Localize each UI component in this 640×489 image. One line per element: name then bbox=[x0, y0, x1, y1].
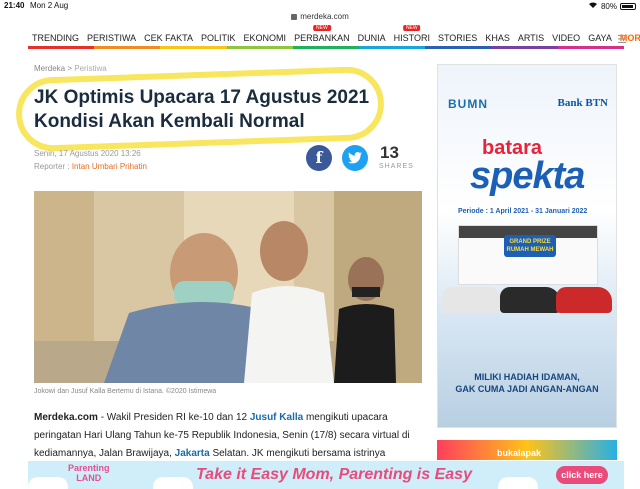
url-domain: merdeka.com bbox=[300, 12, 349, 21]
nav-color-stripe bbox=[28, 46, 624, 49]
wifi-icon bbox=[588, 1, 598, 11]
ad-car-white bbox=[442, 287, 502, 313]
battery-icon bbox=[620, 2, 636, 10]
new-badge: NEW bbox=[312, 24, 331, 31]
banner-click-button[interactable]: click here bbox=[556, 466, 608, 484]
nav-item-video[interactable]: VIDEO bbox=[548, 33, 584, 43]
photo-caption: Jokowi dan Jusuf Kalla Bertemu di Istana… bbox=[34, 388, 217, 395]
article-date: Senin, 17 Agustus 2020 13:26 bbox=[34, 149, 141, 158]
status-bar: 21:40 Mon 2 Aug 80% bbox=[0, 0, 640, 12]
ad-banner-btn[interactable]: BUMN Bank BTN batara spekta Periode : 1 … bbox=[437, 64, 617, 428]
nav-item-stories[interactable]: STORIES bbox=[434, 33, 481, 43]
battery-percent: 80% bbox=[600, 1, 617, 11]
nav-item-perbankan[interactable]: PERBANKAN NEW bbox=[290, 24, 354, 43]
share-count: 13 bbox=[380, 143, 399, 162]
ad-car-black bbox=[500, 287, 560, 313]
nav-list: TRENDING PERISTIWA CEK FAKTA POLITIK EKONOMI… bbox=[28, 24, 640, 48]
link-jusuf-kalla[interactable]: Jusuf Kalla bbox=[250, 412, 303, 423]
article-title: JK Optimis Upacara 17 Agustus 2021 Kondi… bbox=[34, 87, 370, 132]
banner-headline: Take it Easy Mom, Parenting is Easy bbox=[196, 466, 472, 483]
link-jakarta[interactable]: Jakarta bbox=[175, 448, 210, 459]
main-nav: TRENDING PERISTIWA CEK FAKTA POLITIK EKONOMI… bbox=[28, 24, 640, 49]
ad-car-red bbox=[556, 287, 612, 313]
nav-item-khas[interactable]: KHAS bbox=[481, 33, 514, 43]
status-time: 21:40 bbox=[4, 1, 25, 10]
nav-item-cek-fakta[interactable]: CEK FAKTA bbox=[140, 33, 197, 43]
bottom-ad-banner[interactable]: Parenting LAND Take it Easy Mom, Parenti… bbox=[28, 461, 624, 489]
ad-periode: Periode : 1 April 2021 - 31 Januari 2022 bbox=[458, 208, 588, 215]
share-bar: f 13 SHARES bbox=[306, 143, 426, 175]
breadcrumb-section[interactable]: Peristiwa bbox=[74, 64, 106, 73]
ad-btn-logo: Bank BTN bbox=[557, 97, 608, 109]
bukalapak-logo: bukalapak bbox=[497, 448, 542, 458]
body-text-1: - Wakil Presiden RI ke-10 dan 12 bbox=[97, 412, 250, 423]
nav-item-gaya[interactable]: GAYA bbox=[584, 33, 616, 43]
nav-item-politik[interactable]: POLITIK bbox=[197, 33, 240, 43]
status-date: Mon 2 Aug bbox=[30, 1, 69, 10]
menu-icon[interactable]: ☰ bbox=[617, 33, 627, 46]
article-photo[interactable] bbox=[34, 191, 422, 383]
cloud-decoration bbox=[498, 477, 538, 489]
ad-tagline: MILIKI HADIAH IDAMAN, GAK CUMA JADI ANGA… bbox=[455, 372, 599, 394]
nav-item-artis[interactable]: ARTIS bbox=[514, 33, 548, 43]
body-lead: Merdeka.com bbox=[34, 412, 98, 423]
cloud-decoration bbox=[28, 477, 68, 489]
twitter-icon bbox=[348, 152, 362, 164]
status-right: 80% bbox=[588, 1, 636, 11]
lock-icon bbox=[291, 14, 298, 20]
nav-item-peristiwa[interactable]: PERISTIWA bbox=[83, 33, 140, 43]
cloud-decoration bbox=[153, 477, 193, 489]
photo-illustration bbox=[34, 191, 422, 383]
new-badge: NEW bbox=[402, 24, 421, 31]
nav-item-histori[interactable]: HISTORI NEW bbox=[390, 24, 434, 43]
twitter-share-button[interactable] bbox=[342, 145, 368, 171]
ad-grand-prize: GRAND PRIZE RUMAH MEWAH bbox=[504, 235, 556, 257]
facebook-icon: f bbox=[315, 148, 323, 167]
nav-item-dunia[interactable]: DUNIA bbox=[354, 33, 390, 43]
breadcrumb-home[interactable]: Merdeka bbox=[34, 64, 65, 73]
nav-item-ekonomi[interactable]: EKONOMI bbox=[240, 33, 291, 43]
nav-item-trending[interactable]: TRENDING bbox=[28, 33, 83, 43]
article-body: Merdeka.com - Wakil Presiden RI ke-10 da… bbox=[34, 409, 426, 463]
ad-bumn-logo: BUMN bbox=[448, 97, 488, 111]
facebook-share-button[interactable]: f bbox=[306, 145, 332, 171]
ad-banner-bukalapak[interactable]: bukalapak bbox=[437, 440, 617, 460]
article-meta: Senin, 17 Agustus 2020 13:26 Reporter : … bbox=[34, 147, 147, 173]
breadcrumb: Merdeka > Peristiwa bbox=[34, 64, 107, 73]
body-text-3: Selatan. JK mengikuti bersama istrinya bbox=[209, 448, 386, 459]
reporter-label: Reporter : bbox=[34, 162, 70, 171]
reporter-name[interactable]: Intan Umbari Prihatin bbox=[72, 162, 147, 171]
ad-spekta-text: spekta bbox=[470, 155, 585, 197]
parentingland-logo: Parenting LAND bbox=[68, 463, 110, 483]
share-label: SHARES bbox=[379, 163, 414, 170]
